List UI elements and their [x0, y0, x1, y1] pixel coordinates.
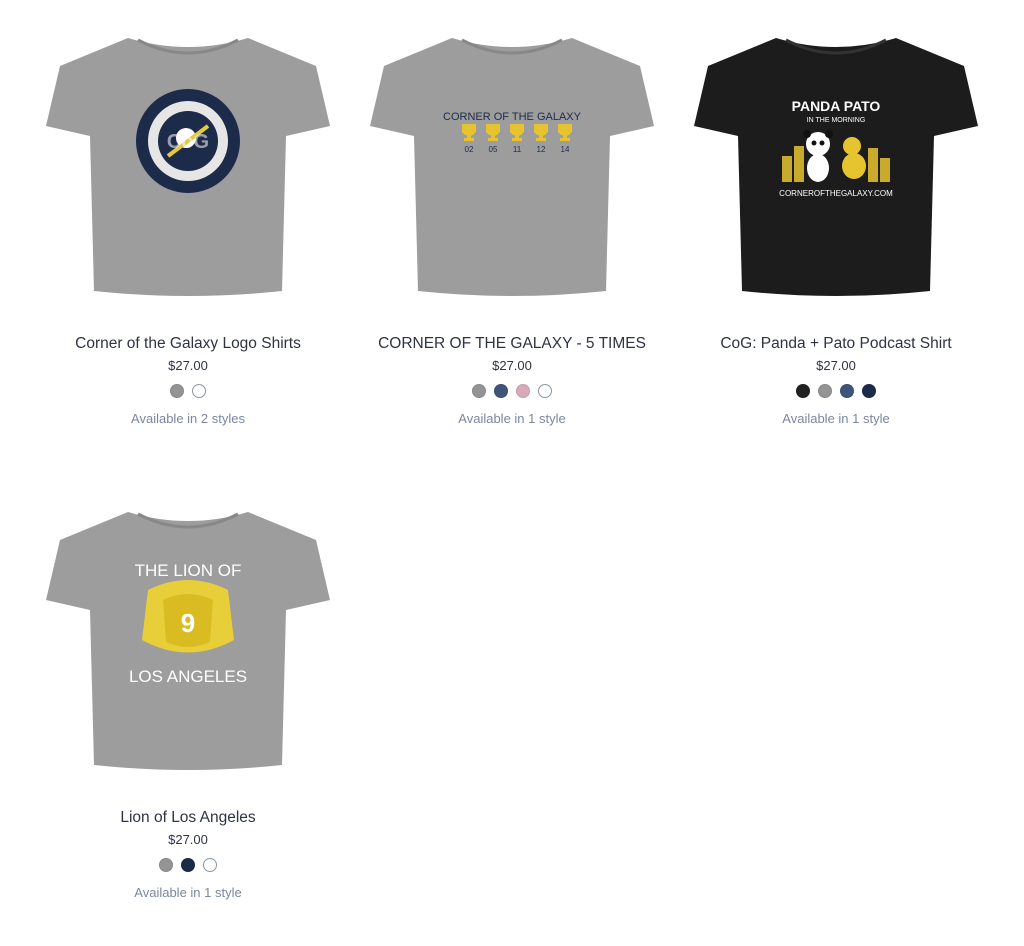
product-price: $27.00	[168, 358, 208, 373]
color-swatches	[38, 858, 338, 874]
product-title[interactable]: CORNER OF THE GALAXY - 5 TIMES	[362, 334, 662, 354]
trophy-year: 12	[537, 145, 546, 154]
available-styles[interactable]: Available in 1 style	[38, 884, 338, 901]
color-swatch[interactable]	[170, 384, 184, 398]
tshirt-image[interactable]: CORNER OF THE GALAXY 02 05 11 12 14	[362, 26, 662, 316]
color-swatches	[686, 384, 986, 400]
design-title-text: PANDA PATO	[792, 98, 881, 114]
product-price: $27.00	[816, 358, 856, 373]
color-swatch[interactable]	[818, 384, 832, 398]
available-styles[interactable]: Available in 1 style	[686, 410, 986, 427]
trophy-year: 02	[465, 145, 474, 154]
trophy-year: 14	[561, 145, 570, 154]
color-swatch[interactable]	[538, 384, 552, 398]
color-swatch[interactable]	[840, 384, 854, 398]
trophies-graphic: CORNER OF THE GALAXY 02 05 11 12 14	[443, 111, 582, 154]
color-swatch[interactable]	[181, 858, 195, 872]
product-title[interactable]: CoG: Panda + Pato Podcast Shirt	[686, 334, 986, 354]
tshirt-body	[694, 38, 978, 296]
color-swatches	[38, 384, 338, 400]
color-swatch[interactable]	[516, 384, 530, 398]
tshirt-image[interactable]: CoG	[38, 26, 338, 316]
tshirt-body	[370, 38, 654, 296]
color-swatch[interactable]	[494, 384, 508, 398]
crest-logo-text: CoG	[167, 131, 209, 153]
product-title[interactable]: Corner of the Galaxy Logo Shirts	[38, 334, 338, 354]
lion-graphic: THE LION OF 9 LOS ANGELES	[129, 561, 247, 686]
design-subtitle-text: IN THE MORNING	[807, 117, 866, 124]
product-title[interactable]: Lion of Los Angeles	[38, 808, 338, 828]
trophy-year: 11	[513, 145, 522, 154]
design-title-text: THE LION OF	[135, 561, 242, 580]
lion-number: 9	[181, 608, 195, 638]
trophy-year: 05	[489, 145, 498, 154]
design-url-text: CORNEROFTHEGALAXY.COM	[779, 189, 893, 198]
product-grid: CoG Corner of the Galaxy Logo Shirts $27…	[0, 0, 1024, 946]
product-price: $27.00	[168, 832, 208, 847]
tshirt-image[interactable]: THE LION OF 9 LOS ANGELES	[38, 500, 338, 790]
color-swatches	[362, 384, 662, 400]
available-styles[interactable]: Available in 2 styles	[38, 410, 338, 427]
color-swatch[interactable]	[159, 858, 173, 872]
tshirt-image[interactable]: PANDA PATO IN THE MORNING CORNEROFTHEGAL…	[686, 26, 986, 316]
product-card-5-times[interactable]: CORNER OF THE GALAXY 02 05 11 12 14 CORN…	[362, 26, 662, 427]
crest-logo-graphic: CoG	[136, 89, 240, 193]
color-swatch[interactable]	[192, 384, 206, 398]
design-subtitle-text: LOS ANGELES	[129, 667, 247, 686]
product-card-cog-logo[interactable]: CoG Corner of the Galaxy Logo Shirts $27…	[38, 26, 338, 427]
available-styles[interactable]: Available in 1 style	[362, 410, 662, 427]
product-card-lion[interactable]: THE LION OF 9 LOS ANGELES Lion of Los An…	[38, 500, 338, 901]
product-price: $27.00	[492, 358, 532, 373]
color-swatch[interactable]	[472, 384, 486, 398]
product-card-panda-pato[interactable]: PANDA PATO IN THE MORNING CORNEROFTHEGAL…	[686, 26, 986, 427]
color-swatch[interactable]	[796, 384, 810, 398]
design-title-text: CORNER OF THE GALAXY	[443, 111, 582, 123]
color-swatch[interactable]	[203, 858, 217, 872]
color-swatch[interactable]	[862, 384, 876, 398]
